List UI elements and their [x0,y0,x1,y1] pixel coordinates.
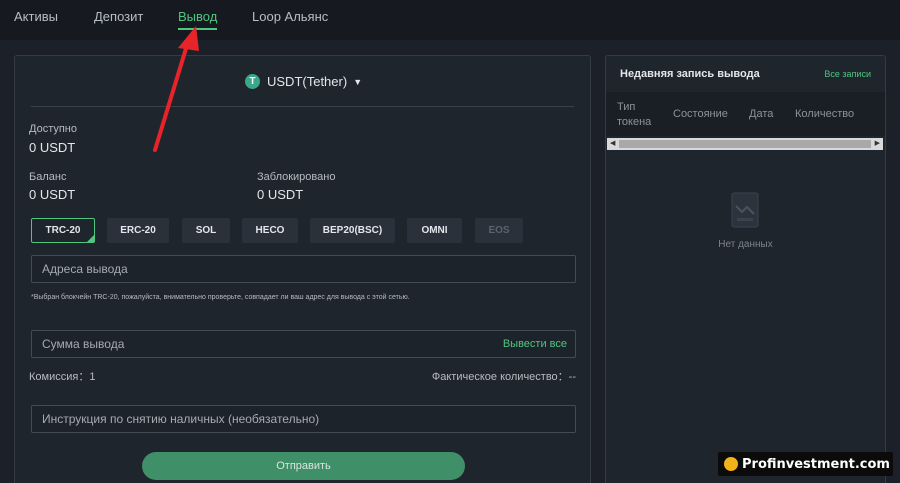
address-placeholder: Адреса вывода [42,262,128,276]
divider [31,106,574,107]
withdraw-all-button[interactable]: Вывести все [503,338,567,350]
coin-icon [724,457,738,471]
amount-placeholder: Сумма вывода [42,337,125,351]
chain-sol[interactable]: SOL [182,218,230,243]
submit-button[interactable]: Отправить [142,452,465,480]
withdraw-address-input[interactable]: Адреса вывода [31,255,576,283]
scrollbar-thumb[interactable] [619,140,871,148]
scroll-left-icon[interactable]: ◀ [610,138,615,150]
chain-heco[interactable]: HECO [242,218,298,243]
all-records-link[interactable]: Все записи [824,69,871,79]
top-nav: Активы Депозит Вывод Loop Альянс [0,0,900,40]
horizontal-scrollbar[interactable]: ◀ ▶ [607,138,883,150]
locked-label: Заблокировано [257,171,336,183]
tab-deposit[interactable]: Депозит [94,9,143,24]
balance-label: Баланс [29,171,67,183]
watermark-text: Profinvestment.com [742,456,890,472]
tab-withdraw[interactable]: Вывод [178,9,218,30]
tether-icon: T [245,74,260,89]
history-panel: Недавняя запись вывода Все записи Тип то… [605,55,886,483]
chain-eos[interactable]: EOS [475,218,523,243]
history-table-header: Тип токена Состояние Дата Количество [606,92,885,136]
tab-loop-alliance[interactable]: Loop Альянс [252,9,328,24]
scroll-right-icon[interactable]: ▶ [875,138,880,150]
available-value: 0 USDT [29,140,76,155]
fee-label: Комиссия：1 [29,371,96,383]
actual-amount-label: Фактическое количество：-- [431,371,576,383]
chain-omni[interactable]: OMNI [407,218,462,243]
token-name: USDT(Tether) [267,74,348,89]
token-selector[interactable]: T USDT(Tether) ▼ [245,74,362,89]
column-amount: Количество [795,108,855,120]
chain-erc20[interactable]: ERC-20 [107,218,169,243]
instruction-input[interactable]: Инструкция по снятию наличных (необязате… [31,405,576,433]
chain-bep20[interactable]: BEP20(BSC) [310,218,395,243]
column-status: Состояние [673,108,728,120]
history-title: Недавняя запись вывода [620,68,760,80]
tab-assets[interactable]: Активы [14,9,58,24]
balance-value: 0 USDT [29,187,76,202]
empty-data-text: Нет данных [718,239,773,250]
network-note: *Выбран блокчейн TRC-20, пожалуйста, вни… [31,294,410,301]
chevron-down-icon: ▼ [353,76,363,87]
watermark-logo: Profinvestment.com [718,452,893,476]
column-token-type: Тип токена [617,101,652,128]
locked-value: 0 USDT [257,187,304,202]
withdraw-panel: T USDT(Tether) ▼ Доступно 0 USDT Баланс … [14,55,591,483]
chain-trc20[interactable]: TRC-20 [31,218,95,243]
empty-data-icon [731,192,759,228]
column-date: Дата [749,108,774,120]
available-label: Доступно [29,123,78,135]
instruction-placeholder: Инструкция по снятию наличных (необязате… [42,412,320,426]
amount-input[interactable]: Сумма вывода Вывести все [31,330,576,358]
